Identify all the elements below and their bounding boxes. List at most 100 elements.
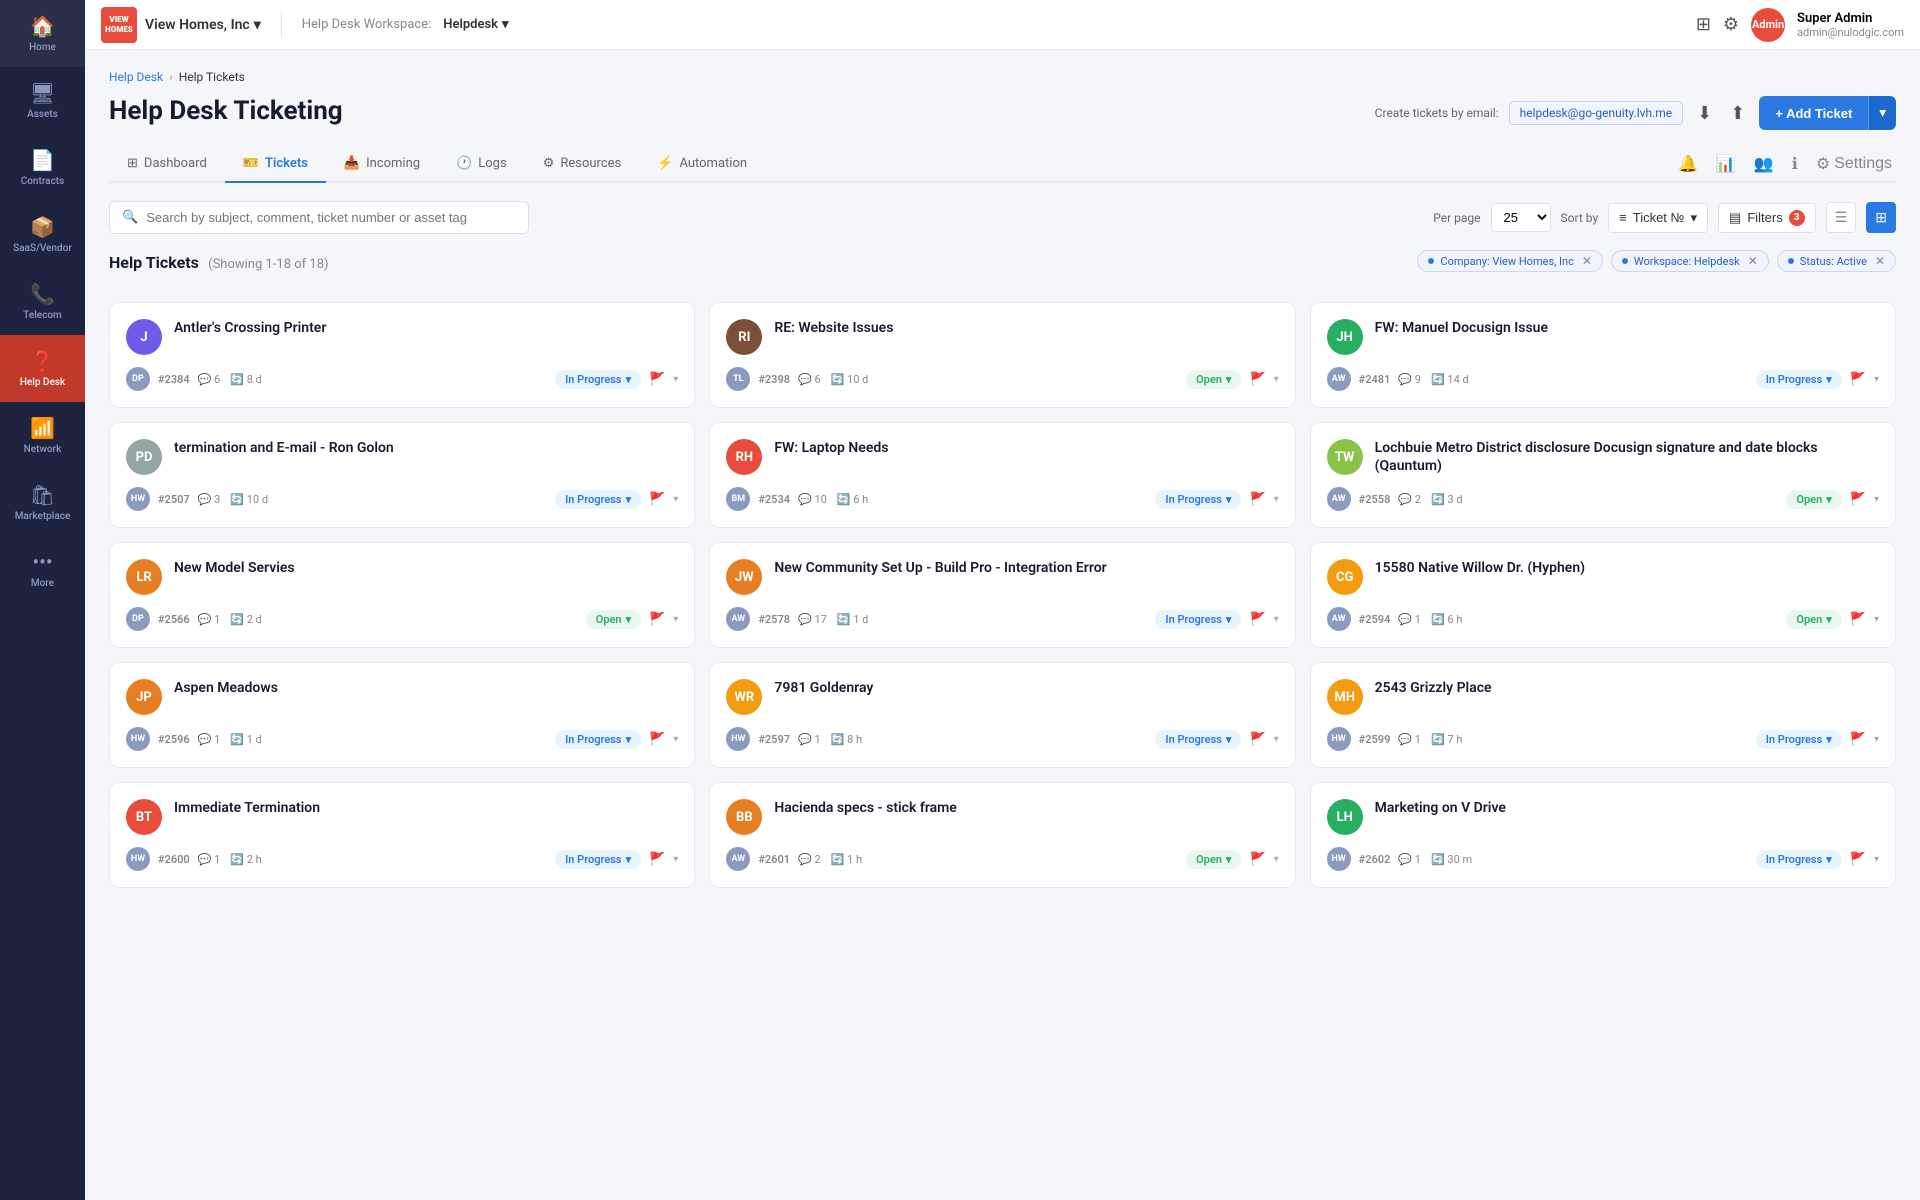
- flag-icon[interactable]: 🚩: [1850, 372, 1866, 387]
- ticket-card[interactable]: BB Hacienda specs - stick frame AW #2601…: [709, 782, 1295, 888]
- filter-tag-company[interactable]: Company: View Homes, Inc ✕: [1417, 250, 1602, 272]
- list-view-button[interactable]: ☰: [1826, 202, 1857, 233]
- card-chevron[interactable]: ▾: [1874, 374, 1879, 385]
- workspace-name[interactable]: Helpdesk ▾: [443, 17, 508, 32]
- sidebar-item-telecom[interactable]: 📞 Telecom: [0, 268, 85, 335]
- status-badge[interactable]: In Progress ▾: [555, 730, 641, 749]
- card-chevron[interactable]: ▾: [1874, 614, 1879, 625]
- status-chevron[interactable]: ▾: [1226, 853, 1232, 866]
- status-badge[interactable]: In Progress ▾: [555, 850, 641, 869]
- search-input[interactable]: [146, 210, 516, 225]
- flag-icon[interactable]: 🚩: [1249, 372, 1265, 387]
- status-badge[interactable]: Open ▾: [1186, 850, 1241, 869]
- flag-icon[interactable]: 🚩: [1850, 852, 1866, 867]
- flag-icon[interactable]: 🚩: [649, 732, 665, 747]
- card-chevron[interactable]: ▾: [1874, 494, 1879, 505]
- status-chevron[interactable]: ▾: [1226, 613, 1232, 626]
- status-chevron[interactable]: ▾: [1826, 853, 1832, 866]
- sidebar-item-more[interactable]: ••• More: [0, 536, 85, 603]
- sidebar-item-helpdesk[interactable]: ❓ Help Desk: [0, 335, 85, 402]
- ticket-card[interactable]: BT Immediate Termination HW #2600 💬 1 🔄 …: [109, 782, 695, 888]
- flag-icon[interactable]: 🚩: [1249, 612, 1265, 627]
- tab-incoming[interactable]: 📥 Incoming: [326, 146, 438, 183]
- sidebar-item-assets[interactable]: 🖥 Assets: [0, 67, 85, 134]
- search-box[interactable]: 🔍: [109, 201, 529, 234]
- filter-tag-workspace[interactable]: Workspace: Helpdesk ✕: [1611, 250, 1769, 272]
- card-chevron[interactable]: ▾: [673, 374, 678, 385]
- ticket-card[interactable]: PD termination and E-mail - Ron Golon HW…: [109, 422, 695, 528]
- flag-icon[interactable]: 🚩: [649, 372, 665, 387]
- breadcrumb-link-helpdesk[interactable]: Help Desk: [109, 70, 163, 84]
- flag-icon[interactable]: 🚩: [1850, 612, 1866, 627]
- status-badge[interactable]: In Progress ▾: [1155, 730, 1241, 749]
- flag-icon[interactable]: 🚩: [649, 852, 665, 867]
- grid-view-button[interactable]: ⊞: [1866, 202, 1896, 233]
- card-chevron[interactable]: ▾: [1874, 734, 1879, 745]
- card-chevron[interactable]: ▾: [673, 494, 678, 505]
- sidebar-item-home[interactable]: 🏠 Home: [0, 0, 85, 67]
- flag-icon[interactable]: 🚩: [1249, 852, 1265, 867]
- ticket-card[interactable]: TW Lochbuie Metro District disclosure Do…: [1310, 422, 1896, 528]
- status-badge[interactable]: In Progress ▾: [1155, 490, 1241, 509]
- chart-icon-btn[interactable]: 📊: [1712, 150, 1740, 178]
- status-chevron[interactable]: ▾: [1226, 733, 1232, 746]
- filter-tag-status[interactable]: Status: Active ✕: [1777, 250, 1896, 272]
- status-badge[interactable]: Open ▾: [586, 610, 641, 629]
- status-badge[interactable]: Open ▾: [1786, 610, 1841, 629]
- status-chevron[interactable]: ▾: [1826, 613, 1832, 626]
- tab-automation[interactable]: ⚡ Automation: [639, 146, 765, 183]
- status-badge[interactable]: In Progress ▾: [1756, 850, 1842, 869]
- filter-remove[interactable]: ✕: [1582, 254, 1592, 268]
- ticket-card[interactable]: JH FW: Manuel Docusign Issue AW #2481 💬 …: [1310, 302, 1896, 408]
- sidebar-item-contracts[interactable]: 📄 Contracts: [0, 134, 85, 201]
- flag-icon[interactable]: 🚩: [1249, 492, 1265, 507]
- filter-remove[interactable]: ✕: [1748, 254, 1758, 268]
- ticket-card[interactable]: JW New Community Set Up - Build Pro - In…: [709, 542, 1295, 648]
- sidebar-item-network[interactable]: 📶 Network: [0, 402, 85, 469]
- status-badge[interactable]: Open ▾: [1186, 370, 1241, 389]
- per-page-select[interactable]: 25 50 100: [1491, 203, 1551, 232]
- flag-icon[interactable]: 🚩: [649, 492, 665, 507]
- tab-resources[interactable]: ⚙ Resources: [525, 146, 640, 183]
- info-icon-btn[interactable]: ℹ: [1788, 150, 1802, 178]
- status-chevron[interactable]: ▾: [1226, 493, 1232, 506]
- ticket-card[interactable]: J Antler's Crossing Printer DP #2384 💬 6…: [109, 302, 695, 408]
- status-badge[interactable]: In Progress ▾: [555, 490, 641, 509]
- ticket-card[interactable]: JP Aspen Meadows HW #2596 💬 1 🔄 1 d In P…: [109, 662, 695, 768]
- people-icon-btn[interactable]: 👥: [1750, 150, 1778, 178]
- tab-tickets[interactable]: 🎫 Tickets: [225, 146, 326, 183]
- status-chevron[interactable]: ▾: [626, 373, 632, 386]
- ticket-card[interactable]: CG 15580 Native Willow Dr. (Hyphen) AW #…: [1310, 542, 1896, 648]
- filter-remove[interactable]: ✕: [1875, 254, 1885, 268]
- ticket-card[interactable]: MH 2543 Grizzly Place HW #2599 💬 1 🔄 7 h…: [1310, 662, 1896, 768]
- status-badge[interactable]: In Progress ▾: [1155, 610, 1241, 629]
- status-chevron[interactable]: ▾: [1826, 373, 1832, 386]
- add-ticket-button[interactable]: + Add Ticket: [1759, 96, 1868, 130]
- card-chevron[interactable]: ▾: [1274, 494, 1279, 505]
- settings-icon[interactable]: ⚙: [1723, 14, 1739, 35]
- status-badge[interactable]: In Progress ▾: [1756, 370, 1842, 389]
- settings-gear-btn[interactable]: ⚙ Settings: [1812, 150, 1896, 178]
- card-chevron[interactable]: ▾: [673, 734, 678, 745]
- card-chevron[interactable]: ▾: [673, 854, 678, 865]
- flag-icon[interactable]: 🚩: [1850, 492, 1866, 507]
- status-chevron[interactable]: ▾: [1826, 493, 1832, 506]
- upload-icon-btn[interactable]: ⬆: [1726, 99, 1749, 128]
- status-badge[interactable]: In Progress ▾: [555, 370, 641, 389]
- status-badge[interactable]: Open ▾: [1786, 490, 1841, 509]
- card-chevron[interactable]: ▾: [1274, 734, 1279, 745]
- status-chevron[interactable]: ▾: [1826, 733, 1832, 746]
- flag-icon[interactable]: 🚩: [649, 612, 665, 627]
- card-chevron[interactable]: ▾: [1274, 614, 1279, 625]
- card-chevron[interactable]: ▾: [673, 614, 678, 625]
- flag-icon[interactable]: 🚩: [1249, 732, 1265, 747]
- notification-icon-btn[interactable]: 🔔: [1674, 150, 1702, 178]
- grid-icon[interactable]: ⊞: [1696, 14, 1711, 35]
- ticket-card[interactable]: WR 7981 Goldenray HW #2597 💬 1 🔄 8 h In …: [709, 662, 1295, 768]
- sort-button[interactable]: ≡ Ticket № ▾: [1608, 203, 1708, 233]
- card-chevron[interactable]: ▾: [1874, 854, 1879, 865]
- download-icon-btn[interactable]: ⬇: [1693, 99, 1716, 128]
- filter-button[interactable]: ▤ Filters 3: [1718, 203, 1816, 233]
- status-badge[interactable]: In Progress ▾: [1756, 730, 1842, 749]
- status-chevron[interactable]: ▾: [626, 853, 632, 866]
